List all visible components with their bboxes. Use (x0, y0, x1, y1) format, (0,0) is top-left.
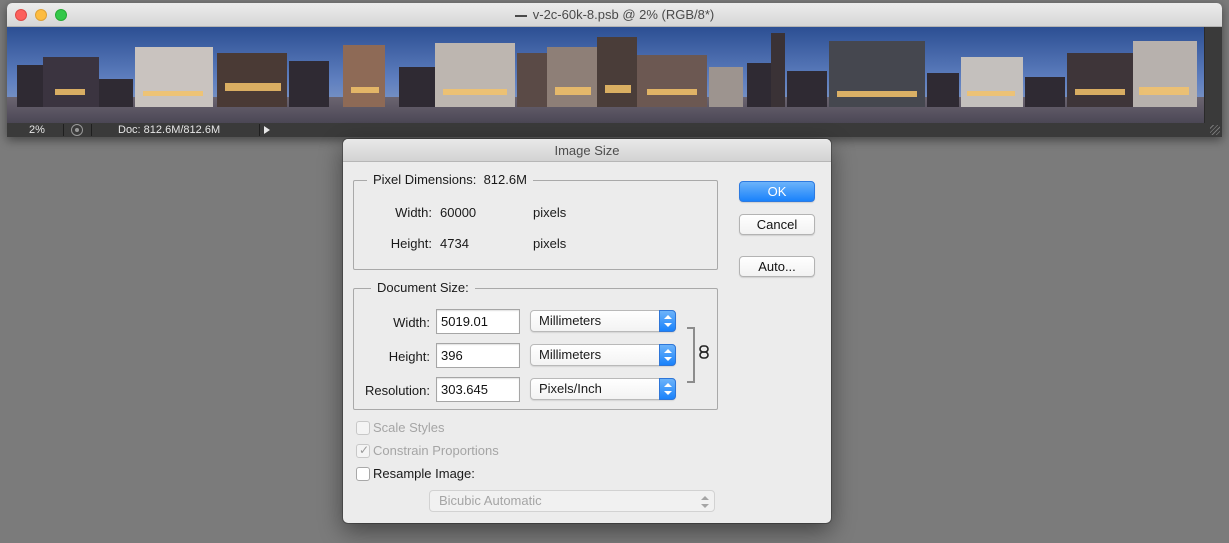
vertical-scrollbar[interactable] (1204, 27, 1222, 123)
pixel-width-value: 60000 (440, 205, 477, 220)
doc-width-field[interactable] (436, 309, 520, 334)
document-window: v-2c-60k-8.psb @ 2% (RGB/8*) 2% Doc: 812… (7, 3, 1222, 137)
cancel-button[interactable]: Cancel (739, 214, 815, 235)
resolution-unit-select[interactable]: Pixels/Inch (530, 378, 676, 400)
resolution-label: Resolution: (364, 383, 430, 398)
constrain-proportions-checkbox[interactable]: ✓ (356, 443, 370, 458)
auto-button[interactable]: Auto... (739, 256, 815, 277)
resample-method-select[interactable]: Bicubic Automatic (429, 490, 715, 512)
panorama-image (7, 27, 1204, 123)
document-title: v-2c-60k-8.psb @ 2% (RGB/8*) (7, 7, 1222, 22)
resample-image-checkbox[interactable] (356, 467, 370, 481)
zoom-level[interactable]: 2% (29, 123, 45, 137)
document-size-legend: Document Size: (371, 280, 475, 295)
doc-height-unit-select[interactable]: Millimeters (530, 344, 676, 366)
scale-styles-label: Scale Styles (373, 420, 445, 435)
image-size-dialog: Image Size Pixel Dimensions: 812.6M Widt… (343, 139, 831, 523)
scale-styles-checkbox[interactable] (356, 421, 370, 435)
share-icon[interactable] (71, 124, 83, 136)
pixel-height-unit: pixels (533, 236, 567, 251)
select-arrows-icon (701, 496, 709, 508)
pixel-dimensions-legend: Pixel Dimensions: 812.6M (367, 172, 533, 187)
pixel-width-label: Width: (395, 205, 432, 220)
chain-link-icon (699, 345, 709, 359)
dialog-title[interactable]: Image Size (343, 139, 831, 162)
checkmark-icon: ✓ (359, 443, 370, 457)
status-separator (91, 124, 92, 136)
pixel-height-value: 4734 (440, 236, 469, 251)
status-bar: 2% Doc: 812.6M/812.6M (7, 123, 1222, 137)
status-menu-arrow-icon[interactable] (264, 126, 270, 134)
doc-height-field[interactable] (436, 343, 520, 368)
doc-height-label: Height: (388, 349, 430, 364)
resolution-field[interactable] (436, 377, 520, 402)
status-separator (63, 124, 64, 136)
select-arrows-icon (659, 344, 676, 366)
doc-width-unit-select[interactable]: Millimeters (530, 310, 676, 332)
select-arrows-icon (659, 310, 676, 332)
resample-image-label: Resample Image: (373, 466, 475, 481)
constrain-proportions-label: Constrain Proportions (373, 443, 499, 458)
pixel-width-unit: pixels (533, 205, 567, 220)
doc-size-readout: Doc: 812.6M/812.6M (118, 124, 221, 136)
resize-grip-icon[interactable] (1210, 125, 1220, 135)
image-canvas[interactable] (7, 27, 1204, 123)
pixel-height-label: Height: (390, 236, 432, 251)
ok-button[interactable]: OK (739, 181, 815, 202)
doc-width-label: Width: (393, 315, 430, 330)
status-separator (259, 124, 260, 136)
constrain-bracket (687, 327, 695, 383)
pixel-dimensions-size: 812.6M (483, 172, 527, 187)
document-titlebar[interactable]: v-2c-60k-8.psb @ 2% (RGB/8*) (7, 3, 1222, 27)
edited-dash-icon (514, 14, 527, 17)
document-size-group: Document Size: Width: Millimeters Height… (353, 280, 718, 410)
pixel-dimensions-group: Pixel Dimensions: 812.6M Width: 60000 pi… (353, 172, 718, 270)
select-arrows-icon (659, 378, 676, 400)
